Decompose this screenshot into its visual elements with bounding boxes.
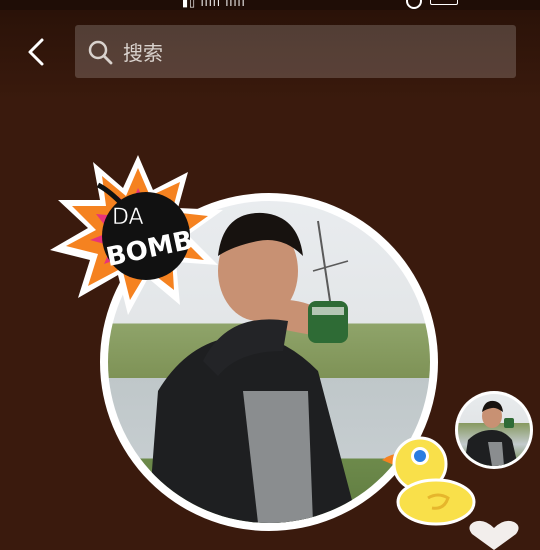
thumbnail-illustration [464, 400, 518, 466]
thumbnail-photo [458, 394, 530, 466]
chevron-left-icon [28, 38, 44, 66]
thumbnail-avatar[interactable] [455, 391, 533, 469]
da-bomb-sticker: DA BOMB [50, 155, 223, 315]
heart-icon[interactable] [466, 520, 522, 550]
search-icon [88, 40, 113, 64]
top-bar: 搜索 [0, 10, 540, 100]
search-input[interactable]: 搜索 [75, 25, 516, 78]
sticker-text-da: DA [112, 205, 144, 230]
signal-icon: ▮▯ ıllll ıllll [182, 0, 246, 9]
back-button[interactable] [18, 34, 54, 70]
battery-icon [430, 0, 458, 5]
search-placeholder: 搜索 [123, 41, 163, 65]
alarm-icon [406, 0, 422, 9]
status-bar: ▮▯ ıllll ıllll [0, 0, 540, 10]
